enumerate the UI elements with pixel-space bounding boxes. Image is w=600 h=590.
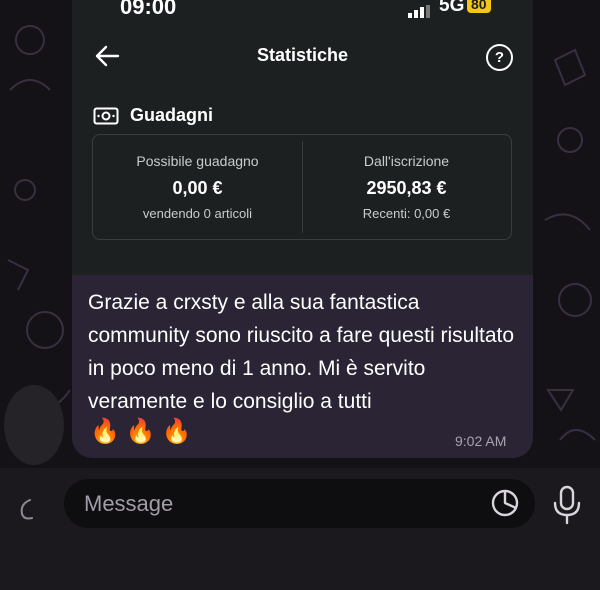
possible-earnings-label: Possibile guadagno — [136, 153, 259, 169]
avatar[interactable] — [4, 385, 64, 465]
fire-emoji: 🔥🔥🔥 — [90, 418, 198, 445]
message-placeholder: Message — [84, 491, 174, 516]
status-time: 09:00 — [120, 0, 177, 19]
signal-icon — [408, 0, 432, 18]
sticker-icon[interactable] — [491, 489, 519, 517]
microphone-icon[interactable] — [552, 485, 582, 525]
possible-earnings-sub: vendendo 0 articoli — [142, 206, 253, 221]
message-input[interactable]: Message — [64, 479, 535, 528]
battery-icon: 80 — [467, 0, 491, 13]
message-text: Grazie a crxsty e alla sua fantastica co… — [88, 291, 515, 413]
network-label: 5G — [439, 0, 465, 16]
earnings-card: Possibile guadagno 0,00 € vendendo 0 art… — [92, 134, 512, 240]
total-earnings-sub: Recenti: 0,00 € — [362, 206, 451, 221]
total-earnings-label: Dall'iscrizione — [363, 153, 450, 169]
possible-earnings-value: 0,00 € — [172, 178, 223, 198]
image-message-bubble: 09:00 5G 80 Statistiche ? Guadagni Possi… — [72, 0, 533, 458]
attach-icon[interactable] — [16, 496, 38, 522]
help-icon: ? — [486, 44, 513, 71]
statistics-screenshot[interactable]: 09:00 5G 80 Statistiche ? Guadagni Possi… — [72, 0, 533, 275]
possible-earnings: Possibile guadagno 0,00 € vendendo 0 art… — [93, 153, 302, 221]
screen-title: Statistiche — [256, 45, 349, 65]
total-earnings: Dall'iscrizione 2950,83 € Recenti: 0,00 … — [302, 153, 511, 221]
total-earnings-value: 2950,83 € — [366, 178, 447, 198]
cash-icon — [93, 107, 119, 125]
message-time: 9:02 AM — [455, 433, 507, 449]
section-title: Guadagni — [130, 105, 214, 125]
